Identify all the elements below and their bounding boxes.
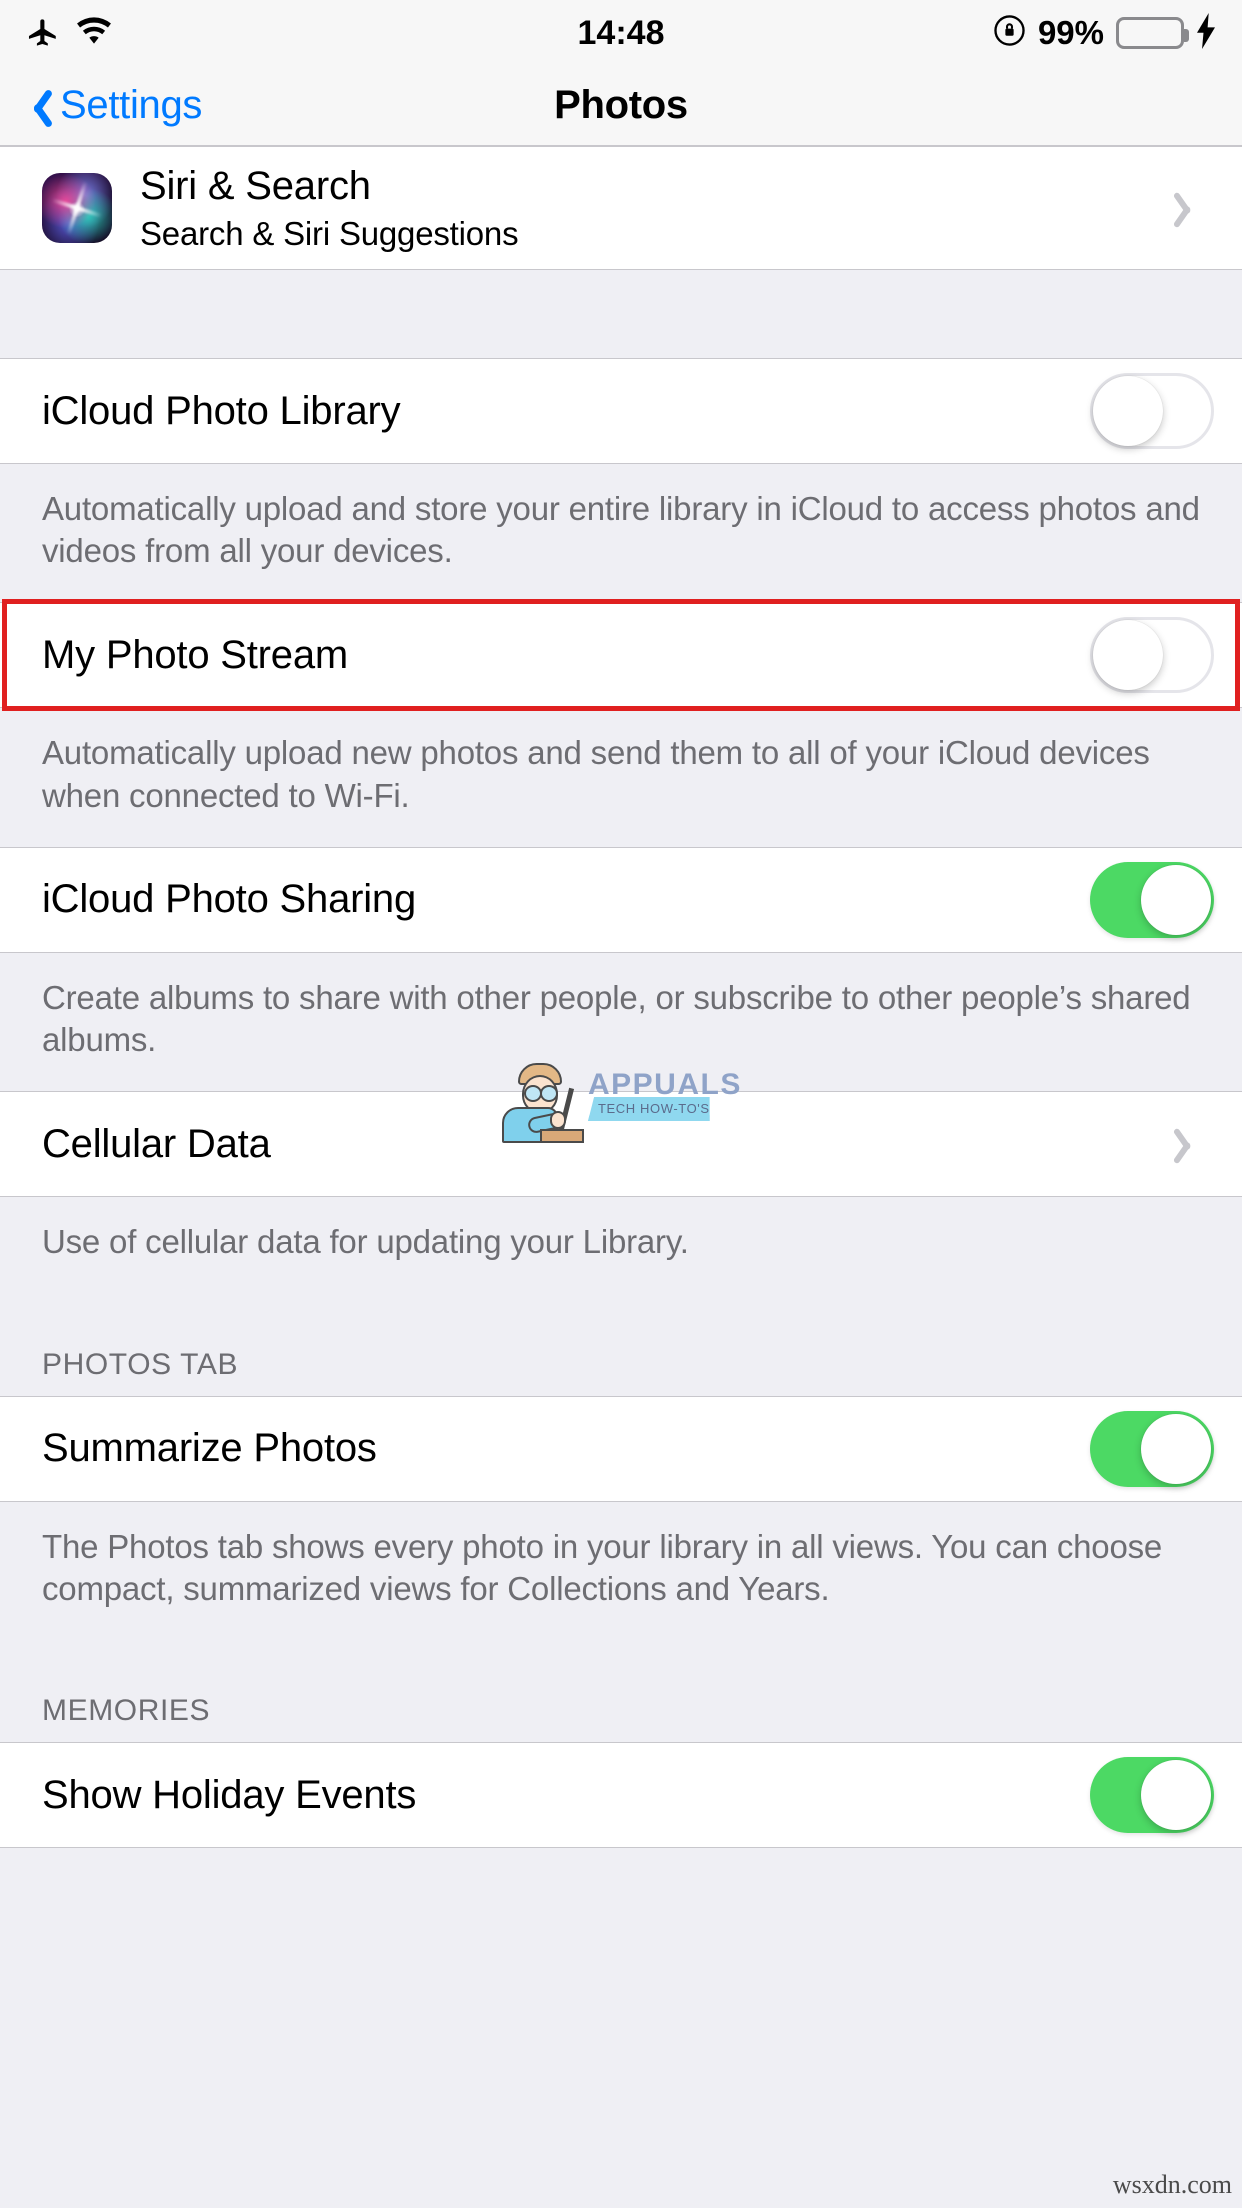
row-siri-search[interactable]: Siri & Search Search & Siri Suggestions (0, 147, 1242, 269)
show-holiday-events-toggle[interactable] (1090, 1757, 1214, 1834)
cellular-data-group: Cellular Data (0, 1091, 1242, 1198)
icloud-photo-library-footer: Automatically upload and store your enti… (0, 464, 1242, 603)
navigation-bar: Settings Photos (0, 66, 1242, 146)
memories-section-header: MEMORIES (0, 1640, 1242, 1743)
row-cellular-data[interactable]: Cellular Data (0, 1092, 1242, 1197)
row-icloud-photo-sharing[interactable]: iCloud Photo Sharing (0, 847, 1242, 952)
icloud-photo-library-toggle[interactable] (1090, 373, 1214, 449)
memories-group: Show Holiday Events (0, 1742, 1242, 1849)
siri-search-title: Siri & Search (140, 163, 371, 208)
battery-icon (1116, 17, 1189, 49)
siri-search-subtitle: Search & Siri Suggestions (140, 214, 519, 252)
my-photo-stream-toggle[interactable] (1090, 617, 1214, 694)
icloud-photo-sharing-label: iCloud Photo Sharing (42, 877, 417, 922)
icloud-photo-sharing-toggle[interactable] (1090, 861, 1214, 938)
my-photo-stream-label: My Photo Stream (42, 632, 349, 677)
icloud-photo-library-group: iCloud Photo Library (0, 358, 1242, 464)
status-bar-right: 99% (993, 12, 1216, 54)
chevron-right-icon (1176, 189, 1198, 227)
siri-app-icon (42, 173, 112, 243)
row-summarize-photos[interactable]: Summarize Photos (0, 1396, 1242, 1501)
iphone-screen: 14:48 99% Settings Photos Siri & Search … (0, 0, 1242, 2208)
site-watermark: wsxdn.com (1112, 2170, 1232, 2199)
photos-tab-group: Summarize Photos (0, 1395, 1242, 1502)
my-photo-stream-footer: Automatically upload new photos and send… (0, 708, 1242, 847)
row-show-holiday-events[interactable]: Show Holiday Events (0, 1743, 1242, 1848)
rotation-lock-icon (993, 14, 1026, 52)
section-gap (0, 270, 1242, 358)
summarize-photos-toggle[interactable] (1090, 1410, 1214, 1487)
siri-search-texts: Siri & Search Search & Siri Suggestions (140, 164, 1176, 253)
cellular-data-footer: Use of cellular data for updating your L… (0, 1197, 1242, 1294)
row-icloud-photo-library[interactable]: iCloud Photo Library (0, 359, 1242, 463)
icloud-photo-library-label: iCloud Photo Library (42, 388, 401, 433)
my-photo-stream-highlight-wrap: My Photo Stream (0, 599, 1242, 712)
battery-percent-label: 99% (1037, 14, 1104, 51)
icloud-photo-sharing-footer: Create albums to share with other people… (0, 952, 1242, 1092)
siri-search-group: Siri & Search Search & Siri Suggestions (0, 146, 1242, 270)
chevron-right-icon (1176, 1125, 1198, 1163)
row-my-photo-stream[interactable]: My Photo Stream (0, 603, 1242, 708)
settings-list: Siri & Search Search & Siri Suggestions … (0, 146, 1242, 1849)
photos-tab-section-header: PHOTOS TAB (0, 1293, 1242, 1396)
photos-tab-footer: The Photos tab shows every photo in your… (0, 1501, 1242, 1641)
status-bar: 14:48 99% (0, 0, 1242, 66)
my-photo-stream-group: My Photo Stream (0, 602, 1242, 709)
icloud-photo-sharing-group: iCloud Photo Sharing (0, 846, 1242, 953)
summarize-photos-label: Summarize Photos (42, 1426, 377, 1471)
charging-bolt-icon (1196, 12, 1216, 54)
page-title: Photos (554, 83, 688, 127)
show-holiday-events-label: Show Holiday Events (42, 1772, 417, 1817)
cellular-data-label: Cellular Data (42, 1121, 271, 1166)
